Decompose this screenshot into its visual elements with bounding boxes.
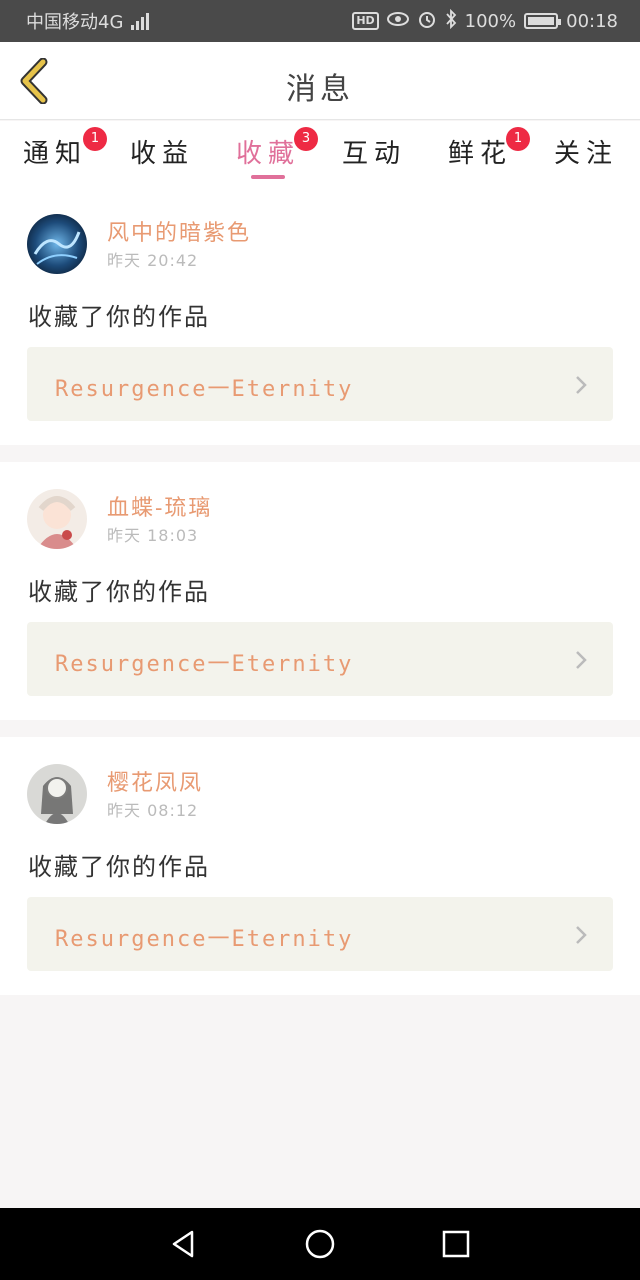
list-item: 血蝶-琉璃 昨天 18:03 收藏了你的作品 Resurgence一Eterni… [0, 462, 640, 720]
recents-square-icon[interactable] [440, 1228, 472, 1260]
tab-notifications[interactable]: 通知 1 [5, 127, 107, 183]
timestamp: 昨天 08:12 [107, 801, 199, 820]
tab-label: 互动 [341, 139, 406, 169]
tab-earnings[interactable]: 收益 [112, 133, 212, 183]
work-title: Resurgence一Eternity [55, 927, 354, 952]
username[interactable]: 樱花凤凤 [107, 765, 203, 797]
eye-icon [386, 11, 409, 32]
app-header: 消息 [0, 42, 640, 120]
battery-icon [524, 13, 562, 29]
chevron-right-icon [576, 376, 587, 394]
action-text: 收藏了你的作品 [28, 578, 210, 606]
carrier-label: 中国移动4G [26, 12, 124, 33]
tab-bar: 通知 1 收益 收藏 3 互动 鲜花 1 关注 [0, 121, 640, 187]
clock-time: 00:18 [566, 10, 618, 32]
system-nav-bar [0, 1208, 640, 1280]
page-title: 消息 [286, 72, 354, 107]
action-text: 收藏了你的作品 [28, 853, 210, 881]
alarm-icon [417, 9, 437, 34]
unread-badge: 1 [83, 127, 107, 151]
list-item: 风中的暗紫色 昨天 20:42 收藏了你的作品 Resurgence一Etern… [0, 187, 640, 445]
work-title: Resurgence一Eternity [55, 652, 354, 677]
timestamp: 昨天 20:42 [107, 251, 199, 270]
username[interactable]: 血蝶-琉璃 [107, 490, 212, 522]
work-title: Resurgence一Eternity [55, 377, 354, 402]
status-left: 中国移动4G [26, 8, 150, 34]
tab-label: 收益 [129, 139, 194, 169]
status-right: HD 100% 00:18 [352, 8, 618, 34]
username[interactable]: 风中的暗紫色 [107, 215, 251, 247]
work-link[interactable]: Resurgence一Eternity [27, 897, 613, 971]
avatar[interactable] [27, 214, 87, 274]
unread-badge: 1 [506, 127, 530, 151]
avatar[interactable] [27, 489, 87, 549]
timestamp: 昨天 18:03 [107, 526, 199, 545]
tab-following[interactable]: 关注 [536, 133, 636, 183]
work-link[interactable]: Resurgence一Eternity [27, 622, 613, 696]
list-item: 樱花凤凤 昨天 08:12 收藏了你的作品 Resurgence一Eternit… [0, 737, 640, 995]
status-bar: 中国移动4G HD 100% 00:18 [0, 0, 640, 42]
hd-badge: HD [352, 12, 379, 30]
tab-label: 鲜花 [447, 139, 512, 169]
bluetooth-icon [445, 8, 457, 34]
signal-icon [131, 12, 150, 30]
active-tab-indicator [251, 175, 285, 179]
work-link[interactable]: Resurgence一Eternity [27, 347, 613, 421]
tab-favorites[interactable]: 收藏 3 [218, 127, 318, 183]
tab-label: 关注 [553, 139, 618, 169]
chevron-right-icon [576, 651, 587, 669]
tab-label: 通知 [22, 139, 87, 169]
battery-percent: 100% [464, 10, 517, 32]
back-triangle-icon[interactable] [168, 1228, 200, 1260]
tab-flowers[interactable]: 鲜花 1 [430, 127, 530, 183]
action-text: 收藏了你的作品 [28, 303, 210, 331]
avatar[interactable] [27, 764, 87, 824]
tab-interactions[interactable]: 互动 [324, 133, 424, 183]
unread-badge: 3 [294, 127, 318, 151]
home-circle-icon[interactable] [304, 1228, 336, 1260]
chevron-right-icon [576, 926, 587, 944]
tab-label: 收藏 [235, 139, 300, 169]
